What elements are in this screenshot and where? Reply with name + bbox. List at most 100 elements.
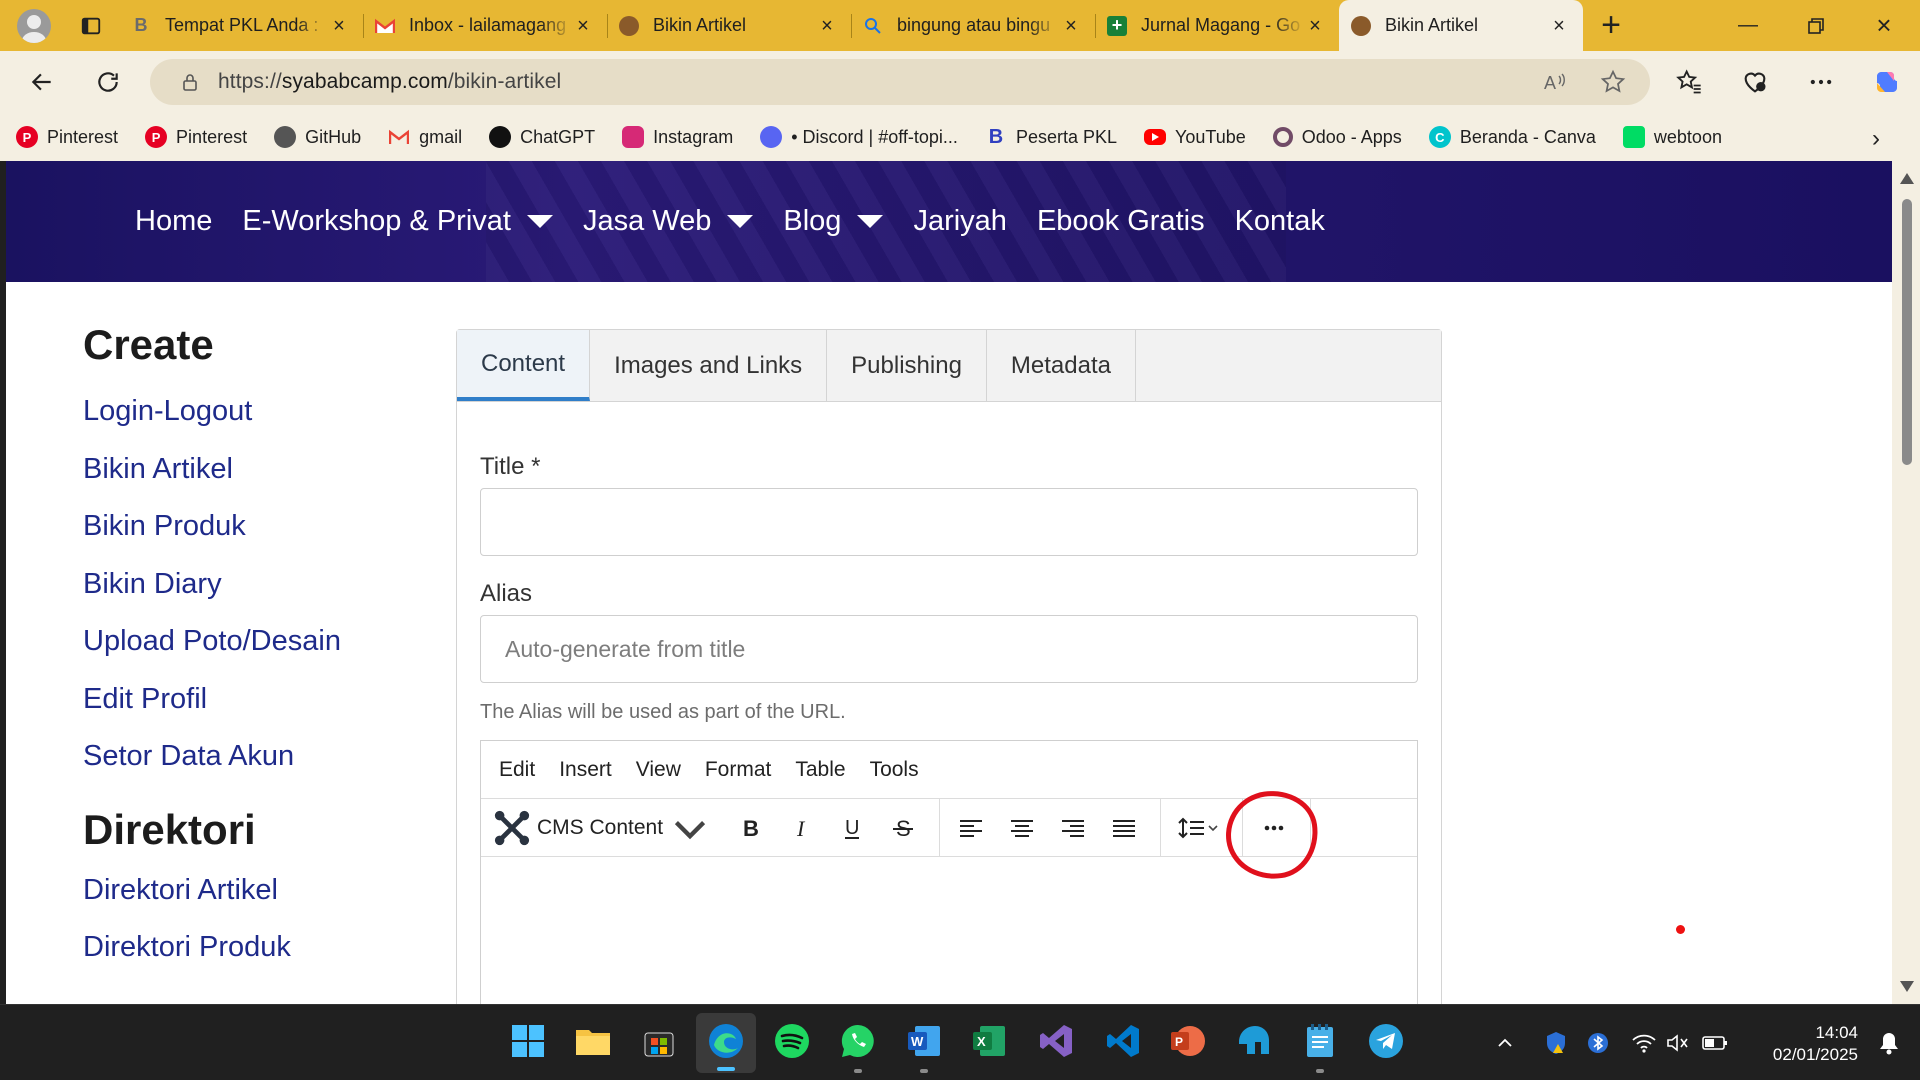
close-tab-icon[interactable]: × xyxy=(1549,16,1569,36)
address-bar[interactable]: https://syababcamp.com/bikin-artikel A xyxy=(150,59,1650,105)
whatsapp-taskbar-button[interactable] xyxy=(836,1021,880,1073)
bookmark-item[interactable]: GitHub xyxy=(274,126,361,148)
page-scrollbar[interactable] xyxy=(1892,161,1920,1004)
bookmark-item[interactable]: gmail xyxy=(388,126,462,148)
refresh-button[interactable] xyxy=(86,60,130,104)
editor-tab[interactable]: Metadata xyxy=(986,330,1136,401)
site-nav-item[interactable]: Jasa Web xyxy=(583,205,754,238)
browser-tab[interactable]: Bikin Artikel × xyxy=(607,0,851,51)
close-tab-icon[interactable]: × xyxy=(1305,16,1325,36)
close-window-button[interactable]: × xyxy=(1856,0,1912,51)
alias-input-field[interactable] xyxy=(481,616,1417,682)
bluetooth-icon[interactable] xyxy=(1587,1030,1609,1056)
spotify-taskbar-button[interactable] xyxy=(770,1021,814,1065)
close-tab-icon[interactable]: × xyxy=(1061,16,1081,36)
excel-taskbar-button[interactable]: X xyxy=(967,1021,1011,1065)
notification-bell-icon[interactable] xyxy=(1878,1031,1900,1055)
sidebar-link[interactable]: Upload Poto/Desain xyxy=(83,613,403,671)
system-clock[interactable]: 14:04 02/01/2025 xyxy=(1773,1022,1858,1066)
sidebar-link[interactable]: Bikin Artikel xyxy=(83,441,403,499)
browser-essentials-button[interactable] xyxy=(1722,68,1788,96)
close-tab-icon[interactable]: × xyxy=(573,16,593,36)
visual-studio-taskbar-button[interactable] xyxy=(1034,1021,1078,1065)
sidebar-link[interactable]: Direktori Produk xyxy=(83,919,403,977)
sidebar-link[interactable]: Bikin Diary xyxy=(83,556,403,614)
align-right-button[interactable] xyxy=(1052,807,1094,849)
bookmark-item[interactable]: webtoon xyxy=(1622,126,1722,148)
title-input-field[interactable] xyxy=(481,489,1417,555)
vscode-taskbar-button[interactable] xyxy=(1101,1021,1145,1065)
browser-tab[interactable]: bingung atau bingu × xyxy=(851,0,1095,51)
more-bookmarks-chevron-icon[interactable]: › xyxy=(1872,125,1880,153)
close-tab-icon[interactable]: × xyxy=(329,16,349,36)
bookmark-item[interactable]: C Beranda - Canva xyxy=(1428,126,1596,148)
bookmark-item[interactable]: B Peserta PKL xyxy=(985,126,1117,148)
editor-menu-item[interactable]: Format xyxy=(705,758,772,782)
site-nav-item[interactable]: Ebook Gratis xyxy=(1037,205,1205,238)
minimize-button[interactable]: — xyxy=(1720,0,1776,51)
show-hidden-icons-chevron-icon[interactable] xyxy=(1495,1033,1515,1053)
lock-icon[interactable] xyxy=(180,72,200,92)
editor-menu-item[interactable]: View xyxy=(636,758,681,782)
browser-tab[interactable]: Inbox - lailamagang × xyxy=(363,0,607,51)
bookmark-item[interactable]: ChatGPT xyxy=(489,126,595,148)
align-center-button[interactable] xyxy=(1001,807,1043,849)
sidebar-link[interactable]: Login-Logout xyxy=(83,383,403,441)
powerpoint-taskbar-button[interactable]: P xyxy=(1166,1021,1210,1065)
align-justify-button[interactable] xyxy=(1103,807,1145,849)
file-explorer-taskbar-button[interactable] xyxy=(571,1021,615,1065)
editor-tab[interactable]: Publishing xyxy=(827,330,987,401)
favorites-button[interactable] xyxy=(1656,68,1722,96)
bookmark-item[interactable]: P Pinterest xyxy=(145,126,247,148)
notepad-taskbar-button[interactable] xyxy=(1298,1021,1342,1073)
alias-input[interactable] xyxy=(480,615,1418,683)
browser-tab[interactable]: B Tempat PKL Anda : × xyxy=(119,0,363,51)
profile-avatar-icon[interactable] xyxy=(17,8,51,43)
editor-menu-item[interactable]: Insert xyxy=(559,758,612,782)
sidebar-link[interactable]: Edit Profil xyxy=(83,671,403,729)
site-nav-item[interactable]: Kontak xyxy=(1235,205,1325,238)
security-shield-icon[interactable] xyxy=(1543,1030,1569,1056)
site-nav-item[interactable]: Home xyxy=(135,205,212,238)
align-left-button[interactable] xyxy=(950,807,992,849)
tab-actions-button[interactable] xyxy=(71,6,111,46)
bookmark-item[interactable]: Instagram xyxy=(622,126,733,148)
read-aloud-icon[interactable]: A xyxy=(1542,69,1568,95)
sidebar-link[interactable]: Direktori Artikel xyxy=(83,862,403,920)
site-nav-item[interactable]: E-Workshop & Privat xyxy=(242,205,553,238)
site-nav-item[interactable]: Jariyah xyxy=(913,205,1007,238)
telegram-taskbar-button[interactable] xyxy=(1364,1021,1408,1065)
url-text[interactable]: https://syababcamp.com/bikin-artikel xyxy=(218,70,561,94)
sidebar-link[interactable]: Setor Data Akun xyxy=(83,728,403,786)
restore-button[interactable] xyxy=(1788,0,1844,51)
word-taskbar-button[interactable]: W xyxy=(902,1021,946,1073)
scroll-down-arrow-icon[interactable] xyxy=(1900,981,1914,992)
bookmark-item[interactable]: • Discord | #off-topi... xyxy=(760,126,958,148)
browser-tab[interactable]: Bikin Artikel × xyxy=(1339,0,1583,51)
windows-start-taskbar-button[interactable] xyxy=(506,1021,550,1065)
back-button[interactable] xyxy=(20,60,64,104)
copilot-button[interactable] xyxy=(1854,68,1920,96)
edge-taskbar-button[interactable] xyxy=(696,1013,756,1073)
bookmark-item[interactable]: YouTube xyxy=(1144,127,1246,148)
editor-menu-item[interactable]: Table xyxy=(795,758,845,782)
close-tab-icon[interactable]: × xyxy=(817,16,837,36)
editor-tab[interactable]: Content xyxy=(457,330,591,401)
wifi-icon[interactable] xyxy=(1631,1032,1657,1054)
strikethrough-button[interactable]: S xyxy=(882,807,924,849)
title-input[interactable] xyxy=(480,488,1418,556)
line-height-dropdown[interactable] xyxy=(1171,807,1227,849)
browser-tab[interactable]: + Jurnal Magang - Go × xyxy=(1095,0,1339,51)
new-tab-button[interactable]: + xyxy=(1587,2,1635,50)
scroll-thumb[interactable] xyxy=(1902,199,1912,465)
site-nav-item[interactable]: Blog xyxy=(783,205,884,238)
app-taskbar-button[interactable] xyxy=(1232,1021,1276,1065)
battery-icon[interactable] xyxy=(1701,1032,1729,1054)
underline-button[interactable]: U xyxy=(831,807,873,849)
editor-menu-item[interactable]: Edit xyxy=(499,758,535,782)
favorite-star-icon[interactable] xyxy=(1600,69,1626,95)
italic-button[interactable]: I xyxy=(780,807,822,849)
bookmark-item[interactable]: P Pinterest xyxy=(16,126,118,148)
bold-button[interactable]: B xyxy=(729,807,771,849)
editor-menu-item[interactable]: Tools xyxy=(870,758,919,782)
